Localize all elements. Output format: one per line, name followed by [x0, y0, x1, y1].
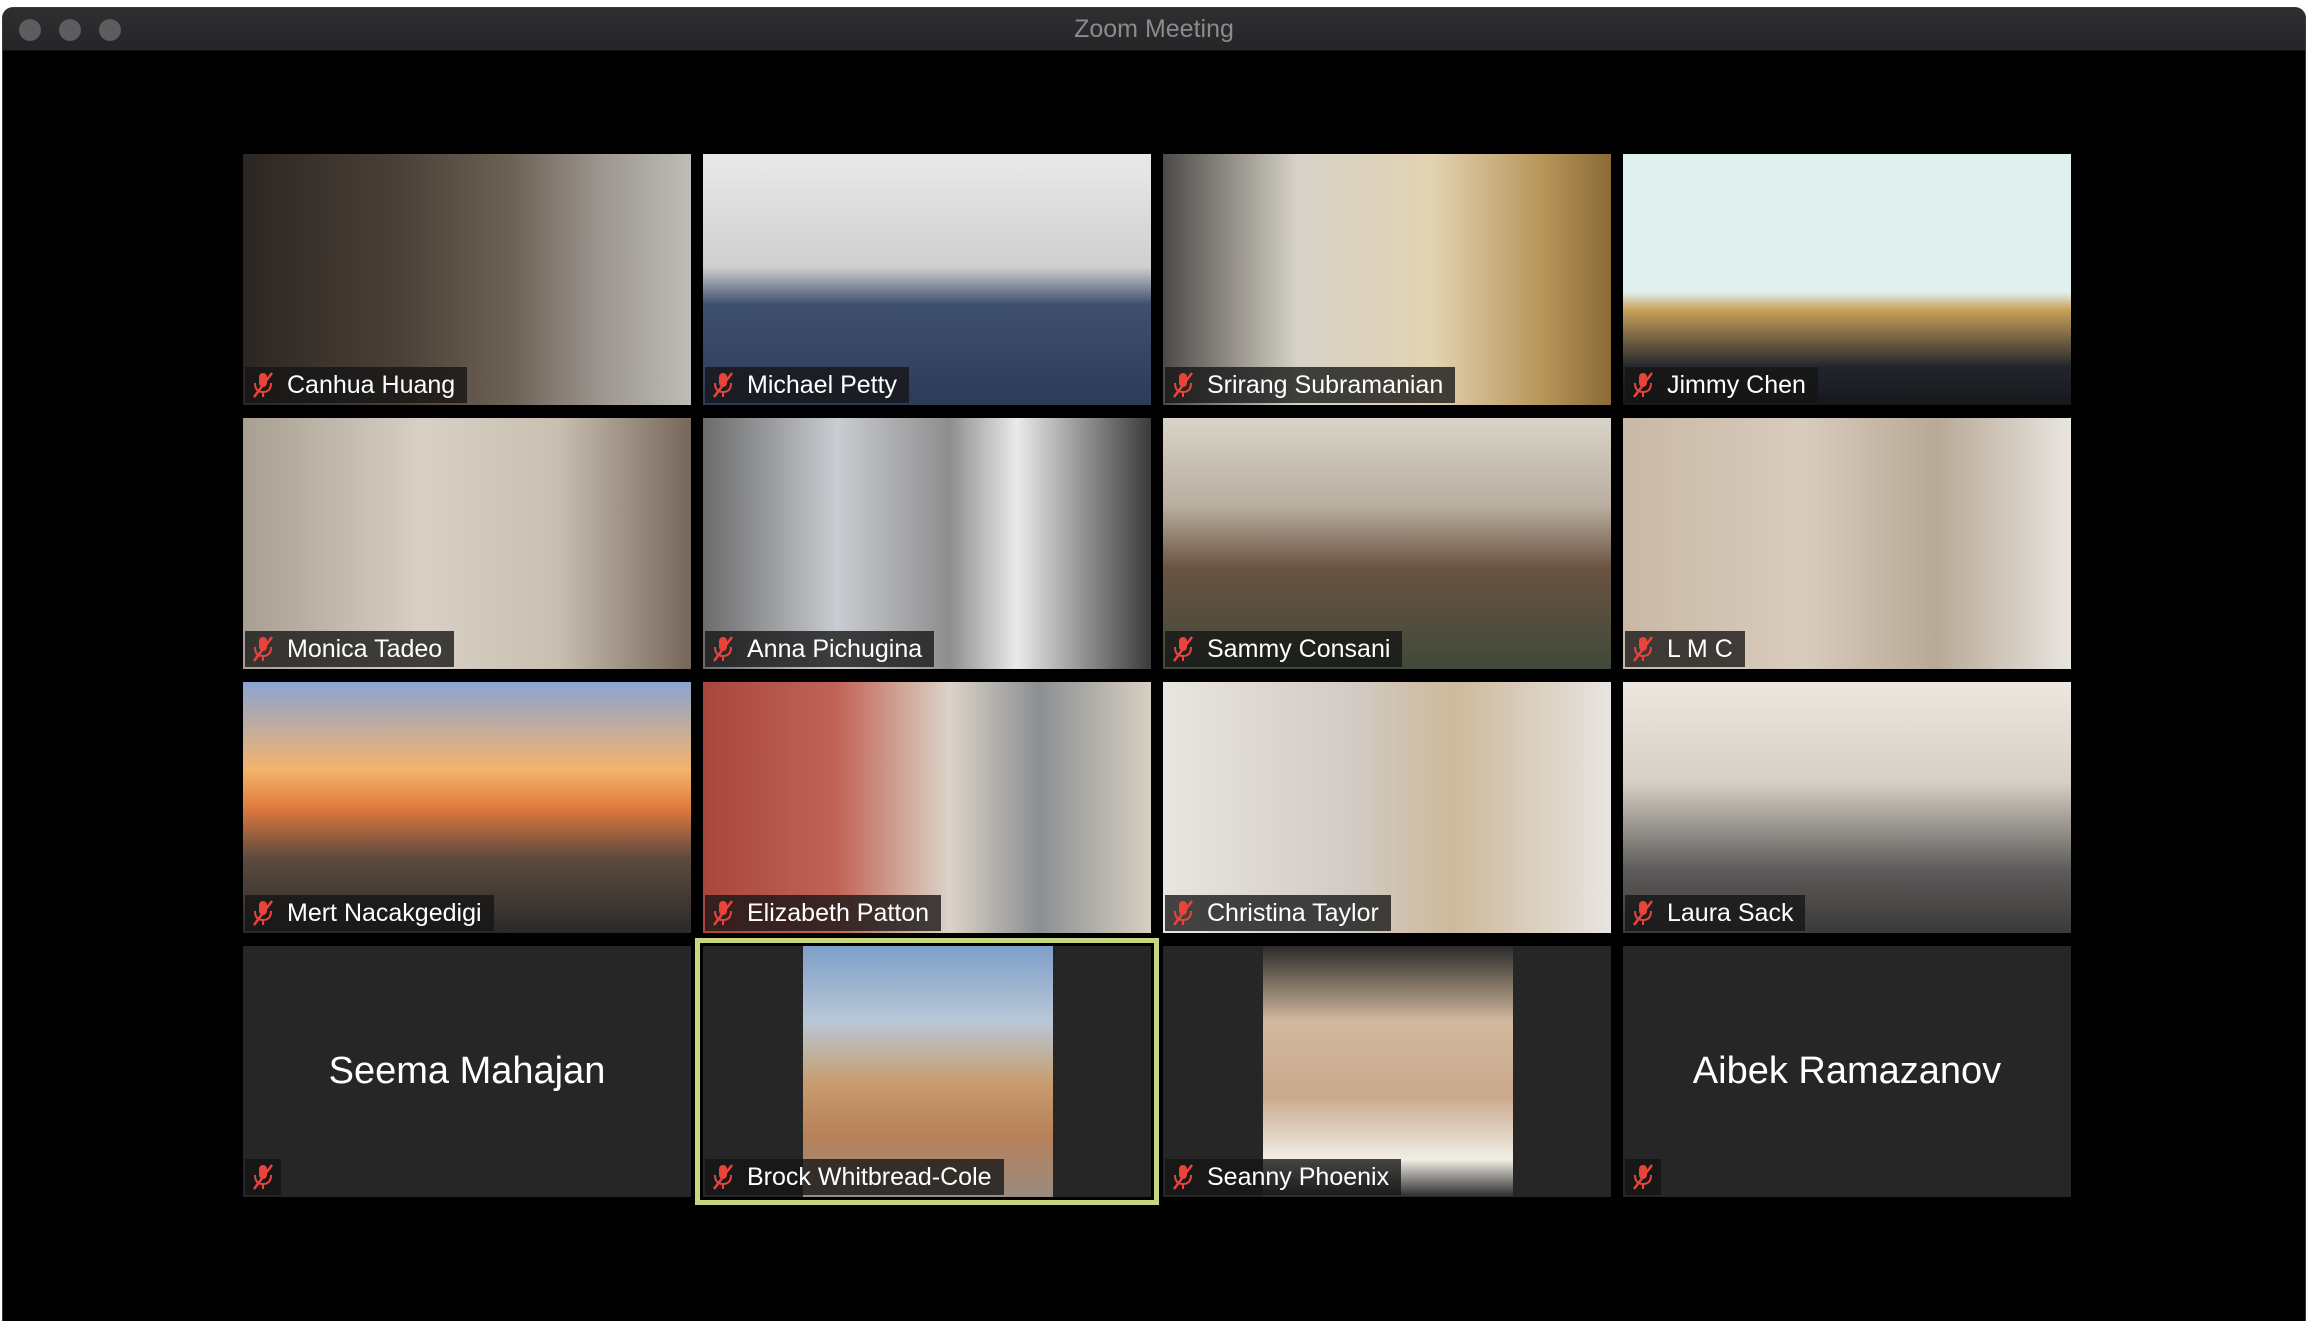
- participant-nametag: Srirang Subramanian: [1165, 367, 1456, 403]
- participant-tile[interactable]: Aibek Ramazanov: [1623, 946, 2071, 1197]
- participant-name: Monica Tadeo: [287, 634, 443, 663]
- participant-tile[interactable]: Christina Taylor: [1163, 682, 1611, 933]
- muted-mic-icon: [1173, 1164, 1193, 1190]
- participant-nametag: L M C: [1625, 631, 1745, 667]
- participant-nametag: Canhua Huang: [245, 367, 468, 403]
- participant-tile[interactable]: Sammy Consani: [1163, 418, 1611, 669]
- participant-name: Seanny Phoenix: [1207, 1162, 1390, 1191]
- participant-nametag: Anna Pichugina: [705, 631, 935, 667]
- participant-nametag: Monica Tadeo: [245, 631, 455, 667]
- participant-name: Elizabeth Patton: [747, 898, 930, 927]
- muted-mic-icon: [1633, 1164, 1653, 1190]
- participant-tile[interactable]: Laura Sack: [1623, 682, 2071, 933]
- title-bar: Zoom Meeting: [3, 8, 2305, 51]
- participant-nametag: Jimmy Chen: [1625, 367, 1818, 403]
- participant-tile[interactable]: Anna Pichugina: [703, 418, 1151, 669]
- participant-name: Michael Petty: [747, 370, 898, 399]
- participant-name: Canhua Huang: [287, 370, 456, 399]
- participant-mute-indicator: [245, 1159, 281, 1195]
- muted-mic-icon: [713, 636, 733, 662]
- participant-tile[interactable]: L M C: [1623, 418, 2071, 669]
- participant-name: Christina Taylor: [1207, 898, 1379, 927]
- participant-name: Mert Nacakgedigi: [287, 898, 482, 927]
- muted-mic-icon: [253, 900, 273, 926]
- participant-name: Anna Pichugina: [747, 634, 923, 663]
- participant-tile[interactable]: Jimmy Chen: [1623, 154, 2071, 405]
- participant-nametag: Sammy Consani: [1165, 631, 1403, 667]
- zoom-window: Zoom Meeting Canhua Huang Michael Petty …: [3, 8, 2305, 1321]
- participant-nametag: Seanny Phoenix: [1165, 1159, 1402, 1195]
- participant-name: Sammy Consani: [1207, 634, 1391, 663]
- muted-mic-icon: [713, 372, 733, 398]
- window-title: Zoom Meeting: [1074, 15, 1234, 43]
- muted-mic-icon: [1633, 372, 1653, 398]
- participant-tile[interactable]: Seanny Phoenix: [1163, 946, 1611, 1197]
- muted-mic-icon: [713, 1164, 733, 1190]
- participant-name-large: Aibek Ramazanov: [1692, 1050, 2002, 1092]
- muted-mic-icon: [1633, 900, 1653, 926]
- muted-mic-icon: [713, 900, 733, 926]
- participant-tile[interactable]: Mert Nacakgedigi: [243, 682, 691, 933]
- participant-nametag: Christina Taylor: [1165, 895, 1391, 931]
- muted-mic-icon: [1173, 372, 1193, 398]
- participant-name-large: Seema Mahajan: [328, 1050, 606, 1092]
- participant-name: Laura Sack: [1667, 898, 1794, 927]
- participant-tile[interactable]: Canhua Huang: [243, 154, 691, 405]
- muted-mic-icon: [253, 636, 273, 662]
- participant-nametag: Mert Nacakgedigi: [245, 895, 494, 931]
- muted-mic-icon: [1633, 636, 1653, 662]
- participant-mute-indicator: [1625, 1159, 1661, 1195]
- participant-name: Jimmy Chen: [1667, 370, 1806, 399]
- participant-tile[interactable]: Elizabeth Patton: [703, 682, 1151, 933]
- muted-mic-icon: [253, 372, 273, 398]
- participant-name: L M C: [1667, 634, 1733, 663]
- participant-name: Srirang Subramanian: [1207, 370, 1444, 399]
- participant-tile[interactable]: Srirang Subramanian: [1163, 154, 1611, 405]
- participant-tile[interactable]: Seema Mahajan: [243, 946, 691, 1197]
- muted-mic-icon: [1173, 900, 1193, 926]
- muted-mic-icon: [253, 1164, 273, 1190]
- participant-name: Brock Whitbread-Cole: [747, 1162, 992, 1191]
- participant-nametag: Brock Whitbread-Cole: [705, 1159, 1004, 1195]
- muted-mic-icon: [1173, 636, 1193, 662]
- participant-nametag: Michael Petty: [705, 367, 910, 403]
- participant-tile[interactable]: Monica Tadeo: [243, 418, 691, 669]
- participant-nametag: Elizabeth Patton: [705, 895, 942, 931]
- participant-tile[interactable]: Michael Petty: [703, 154, 1151, 405]
- participant-nametag: Laura Sack: [1625, 895, 1806, 931]
- participant-tile-active-speaker[interactable]: Brock Whitbread-Cole: [695, 938, 1159, 1205]
